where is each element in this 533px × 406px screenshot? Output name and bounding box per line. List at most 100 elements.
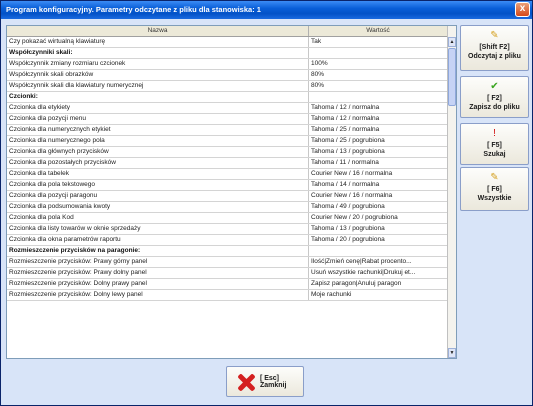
all-button-key: [ F6] [487, 186, 502, 193]
all-button-label: Wszystkie [477, 195, 512, 202]
search-button-label: Szukaj [483, 151, 506, 158]
parameter-value-cell[interactable]: 80% [309, 70, 448, 80]
parameter-name-cell: Czy pokazać wirtualną klawiaturę [7, 37, 309, 47]
scroll-down-icon[interactable]: ▼ [448, 348, 456, 358]
parameter-name-cell: Współczynnik zmiany rozmiaru czcionek [7, 59, 309, 69]
table-row[interactable]: Czcionka dla pozycji paragonu Courier New… [7, 191, 448, 202]
parameter-value-cell[interactable]: Tahoma / 25 / normalna [309, 125, 448, 135]
close-button[interactable]: [ Esc] Zamknij [226, 366, 304, 397]
parameter-value-cell[interactable] [309, 246, 448, 256]
scroll-up-icon[interactable]: ▲ [448, 37, 456, 47]
parameter-name-cell: Rozmieszczenie przycisków: Dolny lewy pa… [7, 290, 309, 300]
parameter-name-cell: Rozmieszczenie przycisków: Dolny prawy p… [7, 279, 309, 289]
vertical-scrollbar[interactable]: ▲ ▼ [447, 26, 456, 358]
section-header-row[interactable]: Czcionki: [7, 92, 448, 103]
read-button-label: Odczytaj z pliku [468, 53, 521, 60]
scroll-thumb[interactable] [448, 48, 456, 106]
show-all-button[interactable]: ✎ [ F6] Wszystkie [460, 167, 529, 211]
table-row[interactable]: Czcionka dla etykiety Tahoma / 12 / norma… [7, 103, 448, 114]
parameter-value-cell[interactable]: Zapisz paragon|Anuluj paragon [309, 279, 448, 289]
parameter-name-cell: Współczynniki skali: [7, 48, 309, 58]
pencil-icon: ✎ [490, 30, 499, 41]
table-row[interactable]: Czcionka dla pozostałych przycisków Tahom… [7, 158, 448, 169]
parameter-name-cell: Rozmieszczenie przycisków: Prawy dolny p… [7, 268, 309, 278]
column-header-name[interactable]: Nazwa [7, 26, 309, 36]
parameter-name-cell: Współczynnik skali obrazków [7, 70, 309, 80]
table-row[interactable]: Rozmieszczenie przycisków: Prawy górny p… [7, 257, 448, 268]
table-row[interactable]: Czcionka dla numerycznych etykiet Tahoma … [7, 125, 448, 136]
read-button-key: [Shift F2] [479, 44, 510, 51]
table-row[interactable]: Czcionka dla pola tekstowego Tahoma / 14 … [7, 180, 448, 191]
parameter-name-cell: Rozmieszczenie przycisków na paragonie: [7, 246, 309, 256]
parameter-value-cell[interactable]: Usuń wszystkie rachunki|Drukuj et... [309, 268, 448, 278]
parameter-value-cell[interactable]: Tahoma / 12 / normalna [309, 103, 448, 113]
parameter-value-cell[interactable]: Tahoma / 12 / normalna [309, 114, 448, 124]
parameter-name-cell: Czcionka dla listy towarów w oknie sprze… [7, 224, 309, 234]
parameter-name-cell: Czcionka dla pola Kod [7, 213, 309, 223]
parameter-value-cell[interactable]: Courier New / 16 / normalna [309, 191, 448, 201]
parameter-name-cell: Czcionka dla pola tekstowego [7, 180, 309, 190]
table-row[interactable]: Współczynnik zmiany rozmiaru czcionek 100… [7, 59, 448, 70]
parameter-value-cell[interactable]: Tahoma / 11 / normalna [309, 158, 448, 168]
close-icon [235, 371, 255, 393]
parameter-value-cell[interactable]: 100% [309, 59, 448, 69]
table-row[interactable]: Rozmieszczenie przycisków: Dolny prawy p… [7, 279, 448, 290]
parameter-name-cell: Czcionka dla numerycznych etykiet [7, 125, 309, 135]
parameter-value-cell[interactable]: Tahoma / 13 / pogrubiona [309, 224, 448, 234]
parameter-value-cell[interactable] [309, 92, 448, 102]
table-row[interactable]: Czcionka dla tabelek Courier New / 16 / n… [7, 169, 448, 180]
check-icon: ✔ [490, 81, 499, 92]
table-row[interactable]: Czcionka dla okna parametrów raportu Taho… [7, 235, 448, 246]
parameter-name-cell: Współczynnik skali dla klawiatury numery… [7, 81, 309, 91]
section-header-row[interactable]: Rozmieszczenie przycisków na paragonie: [7, 246, 448, 257]
parameter-value-cell[interactable] [309, 48, 448, 58]
save-to-file-button[interactable]: ✔ [ F2] Zapisz do pliku [460, 76, 529, 118]
close-button-label: [ Esc] Zamknij [259, 374, 287, 389]
table-row[interactable]: Czcionka dla głównych przycisków Tahoma /… [7, 147, 448, 158]
parameter-name-cell: Czcionka dla numerycznego pola [7, 136, 309, 146]
parameter-value-cell[interactable]: Tahoma / 49 / pogrubiona [309, 202, 448, 212]
parameter-name-cell: Czcionka dla etykiety [7, 103, 309, 113]
parameter-value-cell[interactable]: Ilość|Zmień cenę|Rabat procento... [309, 257, 448, 267]
table-row[interactable]: Czcionka dla numerycznego pola Tahoma / 2… [7, 136, 448, 147]
search-button-key: [ F5] [487, 142, 502, 149]
config-window: Program konfiguracyjny. Parametry odczyt… [0, 0, 533, 406]
table-header: Nazwa Wartość [7, 26, 448, 37]
table-row[interactable]: Czy pokazać wirtualną klawiaturę Tak [7, 37, 448, 48]
parameter-name-cell: Czcionka dla okna parametrów raportu [7, 235, 309, 245]
pencil-icon: ✎ [490, 172, 499, 183]
parameter-name-cell: Czcionka dla pozostałych przycisków [7, 158, 309, 168]
search-button[interactable]: ! [ F5] Szukaj [460, 123, 529, 165]
table-row[interactable]: Czcionka dla podsumowania kwoty Tahoma / … [7, 202, 448, 213]
save-button-label: Zapisz do pliku [469, 104, 520, 111]
table-row[interactable]: Czcionka dla pola Kod Courier New / 20 / … [7, 213, 448, 224]
parameter-name-cell: Czcionka dla pozycji paragonu [7, 191, 309, 201]
title-bar[interactable]: Program konfiguracyjny. Parametry odczyt… [1, 1, 532, 19]
parameter-value-cell[interactable]: 80% [309, 81, 448, 91]
table-row[interactable]: Współczynnik skali obrazków 80% [7, 70, 448, 81]
window-close-button[interactable]: x [515, 2, 530, 17]
table-row[interactable]: Czcionka dla pozycji menu Tahoma / 12 / n… [7, 114, 448, 125]
parameter-name-cell: Rozmieszczenie przycisków: Prawy górny p… [7, 257, 309, 267]
parameter-value-cell[interactable]: Tak [309, 37, 448, 47]
exclamation-icon: ! [493, 128, 496, 139]
parameter-value-cell[interactable]: Tahoma / 20 / pogrubiona [309, 235, 448, 245]
parameter-value-cell[interactable]: Moje rachunki [309, 290, 448, 300]
parameter-name-cell: Czcionka dla pozycji menu [7, 114, 309, 124]
parameter-value-cell[interactable]: Courier New / 16 / normalna [309, 169, 448, 179]
parameter-value-cell[interactable]: Tahoma / 25 / pogrubiona [309, 136, 448, 146]
window-title: Program konfiguracyjny. Parametry odczyt… [6, 5, 261, 14]
column-header-value[interactable]: Wartość [309, 26, 448, 36]
parameter-name-cell: Czcionka dla podsumowania kwoty [7, 202, 309, 212]
parameter-value-cell[interactable]: Tahoma / 14 / normalna [309, 180, 448, 190]
table-row[interactable]: Rozmieszczenie przycisków: Dolny lewy pa… [7, 290, 448, 301]
table-row[interactable]: Współczynnik skali dla klawiatury numery… [7, 81, 448, 92]
table-row[interactable]: Czcionka dla listy towarów w oknie sprze… [7, 224, 448, 235]
parameter-name-cell: Czcionka dla tabelek [7, 169, 309, 179]
table-body: Czy pokazać wirtualną klawiaturę Tak Współ… [7, 37, 448, 301]
section-header-row[interactable]: Współczynniki skali: [7, 48, 448, 59]
parameter-value-cell[interactable]: Courier New / 20 / pogrubiona [309, 213, 448, 223]
read-from-file-button[interactable]: ✎ [Shift F2] Odczytaj z pliku [460, 25, 529, 71]
parameter-value-cell[interactable]: Tahoma / 13 / pogrubiona [309, 147, 448, 157]
table-row[interactable]: Rozmieszczenie przycisków: Prawy dolny p… [7, 268, 448, 279]
